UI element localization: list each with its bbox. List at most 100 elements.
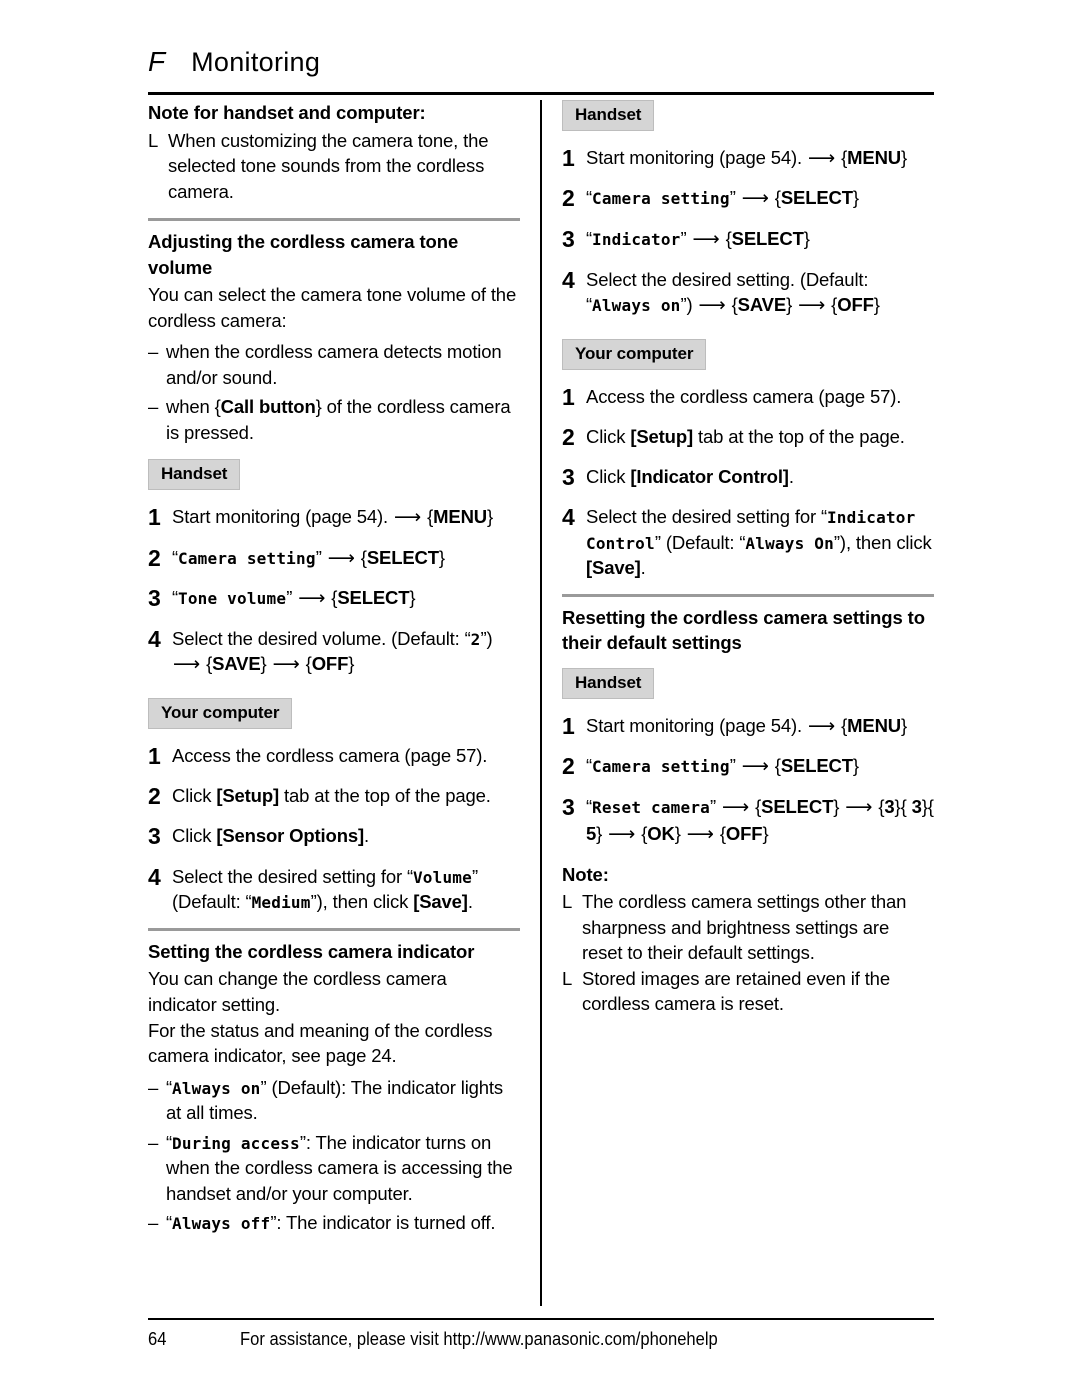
section-heading-indicator: Setting the cordless camera indicator xyxy=(148,940,475,962)
manual-page: F Monitoring Note for handset and comput… xyxy=(148,0,934,1397)
step-body: Click [Sensor Options]. xyxy=(172,823,520,849)
page-header: F Monitoring xyxy=(148,48,934,95)
note-heading: Note for handset and computer: xyxy=(148,102,426,123)
dash-text-pre: when { xyxy=(166,396,221,418)
right-arrow-icon: ⟶ xyxy=(808,146,836,169)
numbered-step: 1 Access the cordless camera (page 57). xyxy=(148,743,520,769)
step-number: 3 xyxy=(562,794,575,821)
step-body: “Reset camera” ⟶ {SELECT} ⟶ {3}{ 3}{ 5} … xyxy=(586,794,934,848)
step-body: “Tone volume” ⟶ {SELECT} xyxy=(172,585,520,612)
bullet-marker: L xyxy=(562,891,573,913)
step-body: Access the cordless camera (page 57). xyxy=(586,384,934,410)
lcd-display-text: During access xyxy=(172,1133,300,1153)
handset-key-label: OFF xyxy=(311,653,349,675)
indicator-option-text: “Always off”: The indicator is turned of… xyxy=(166,1210,520,1236)
step-text: . xyxy=(467,890,473,912)
column-divider xyxy=(540,100,542,1306)
step-text: Start monitoring (page 54). xyxy=(586,714,807,736)
handset-key-label: OFF xyxy=(725,822,763,844)
indicator-option-text: “Always on” (Default): The indicator lig… xyxy=(166,1075,520,1126)
indicator-option-list: – “Always on” (Default): The indicator li… xyxy=(148,1075,520,1236)
bullet-marker: L xyxy=(148,129,159,151)
ui-control-label: [Save] xyxy=(413,890,468,912)
step-text: { xyxy=(300,653,312,675)
step-body: Start monitoring (page 54). ⟶ {MENU} xyxy=(172,504,520,531)
step-body: Click [Setup] tab at the top of the page… xyxy=(172,783,520,809)
right-arrow-icon: ⟶ xyxy=(845,796,873,819)
right-column: Handset 1 Start monitoring (page 54). ⟶ {… xyxy=(562,100,934,1017)
step-number: 2 xyxy=(148,783,161,810)
numbered-step: 3 “Tone volume” ⟶ {SELECT} xyxy=(148,585,520,612)
handset-key-label: 3 xyxy=(884,796,895,818)
step-text: { xyxy=(873,796,885,818)
numbered-step: 2 “Camera setting” ⟶ {SELECT} xyxy=(562,753,934,780)
handset-key-label: SELECT xyxy=(761,796,834,818)
step-body: “Camera setting” ⟶ {SELECT} xyxy=(586,753,934,780)
step-text: } xyxy=(901,146,908,168)
step-text: } xyxy=(596,822,608,844)
page-footer: 64 For assistance, please visit http://w… xyxy=(148,1318,934,1350)
lcd-display-text: Always On xyxy=(745,533,834,553)
lcd-display-text: Tone volume xyxy=(178,589,287,609)
step-text: } xyxy=(852,187,859,209)
right-arrow-icon: ⟶ xyxy=(394,505,422,528)
ui-control-label: [Setup] xyxy=(630,425,693,447)
section-heading-tone-volume: Adjusting the cordless camera tone volum… xyxy=(148,231,459,278)
indicator-option-item: – “Always on” (Default): The indicator li… xyxy=(148,1075,520,1126)
indicator-option-item: – “Always off”: The indicator is turned o… xyxy=(148,1210,520,1236)
step-number: 4 xyxy=(562,504,575,531)
right-arrow-icon: ⟶ xyxy=(173,653,201,676)
dash-list-item: – when the cordless camera detects motion… xyxy=(148,339,520,390)
lcd-display-text: Camera setting xyxy=(178,548,316,568)
lcd-display-text: 2 xyxy=(470,630,481,650)
step-text: { xyxy=(714,822,726,844)
step-text: } xyxy=(833,796,845,818)
section-separator xyxy=(562,593,934,597)
right-arrow-icon: ⟶ xyxy=(608,822,636,845)
handset-key-label: SAVE xyxy=(737,294,787,316)
step-number: 3 xyxy=(562,226,575,253)
step-body: Select the desired setting for “Indicato… xyxy=(586,504,934,579)
dash-marker: – xyxy=(148,341,159,363)
two-column-body: Note for handset and computer: L When cu… xyxy=(148,100,934,1306)
dash-list-text: when the cordless camera detects motion … xyxy=(166,341,502,388)
handset-key-label: MENU xyxy=(433,505,487,527)
ui-control-label: [Setup] xyxy=(216,785,279,807)
step-text: } xyxy=(260,653,272,675)
right-arrow-icon: ⟶ xyxy=(798,294,826,317)
tone-volume-handset-steps: 1 Start monitoring (page 54). ⟶ {MENU} 2 “C… xyxy=(148,504,520,678)
dash-list-text: when {Call button} of the cordless camer… xyxy=(166,394,520,445)
note-bullet-text: When customizing the camera tone, the se… xyxy=(168,129,489,202)
step-text: Access the cordless camera (page 57). xyxy=(172,744,488,766)
step-number: 4 xyxy=(148,863,161,890)
step-text: } xyxy=(409,587,416,609)
right-arrow-icon: ⟶ xyxy=(722,796,750,819)
note-bullet-text: Stored images are retained even if the c… xyxy=(582,967,890,1015)
step-number: 4 xyxy=(148,626,161,653)
note-bullet-text: The cordless camera settings other than … xyxy=(582,891,907,964)
right-arrow-icon: ⟶ xyxy=(272,653,300,676)
right-arrow-icon: ⟶ xyxy=(741,187,769,210)
dash-marker: – xyxy=(148,1131,159,1153)
dash-list-item: – when {Call button} of the cordless came… xyxy=(148,394,520,445)
tone-volume-dash-list: – when the cordless camera detects motion… xyxy=(148,339,520,445)
step-text: { xyxy=(326,587,338,609)
step-number: 1 xyxy=(148,503,161,530)
indicator-computer-steps: 1 Access the cordless camera (page 57). 2 C… xyxy=(562,384,934,580)
step-text: tab at the top of the page. xyxy=(693,425,905,447)
step-body: “Camera setting” ⟶ {SELECT} xyxy=(586,185,934,212)
numbered-step: 1 Start monitoring (page 54). ⟶ {MENU} xyxy=(562,713,934,740)
step-text: Select the desired setting for “ xyxy=(172,865,413,887)
right-arrow-icon: ⟶ xyxy=(298,587,326,610)
step-text: { xyxy=(201,653,213,675)
step-text: . xyxy=(364,825,369,847)
step-body: Start monitoring (page 54). ⟶ {MENU} xyxy=(586,713,934,740)
handset-key-label: Call button xyxy=(220,396,316,418)
step-body: Select the desired volume. (Default: “2”… xyxy=(172,626,520,678)
section-separator xyxy=(148,218,520,222)
step-number: 3 xyxy=(562,464,575,491)
numbered-step: 4 Select the desired setting for “Volume”… xyxy=(148,864,520,914)
right-arrow-icon: ⟶ xyxy=(327,546,355,569)
step-body: “Camera setting” ⟶ {SELECT} xyxy=(172,545,520,572)
step-text: { xyxy=(750,796,762,818)
